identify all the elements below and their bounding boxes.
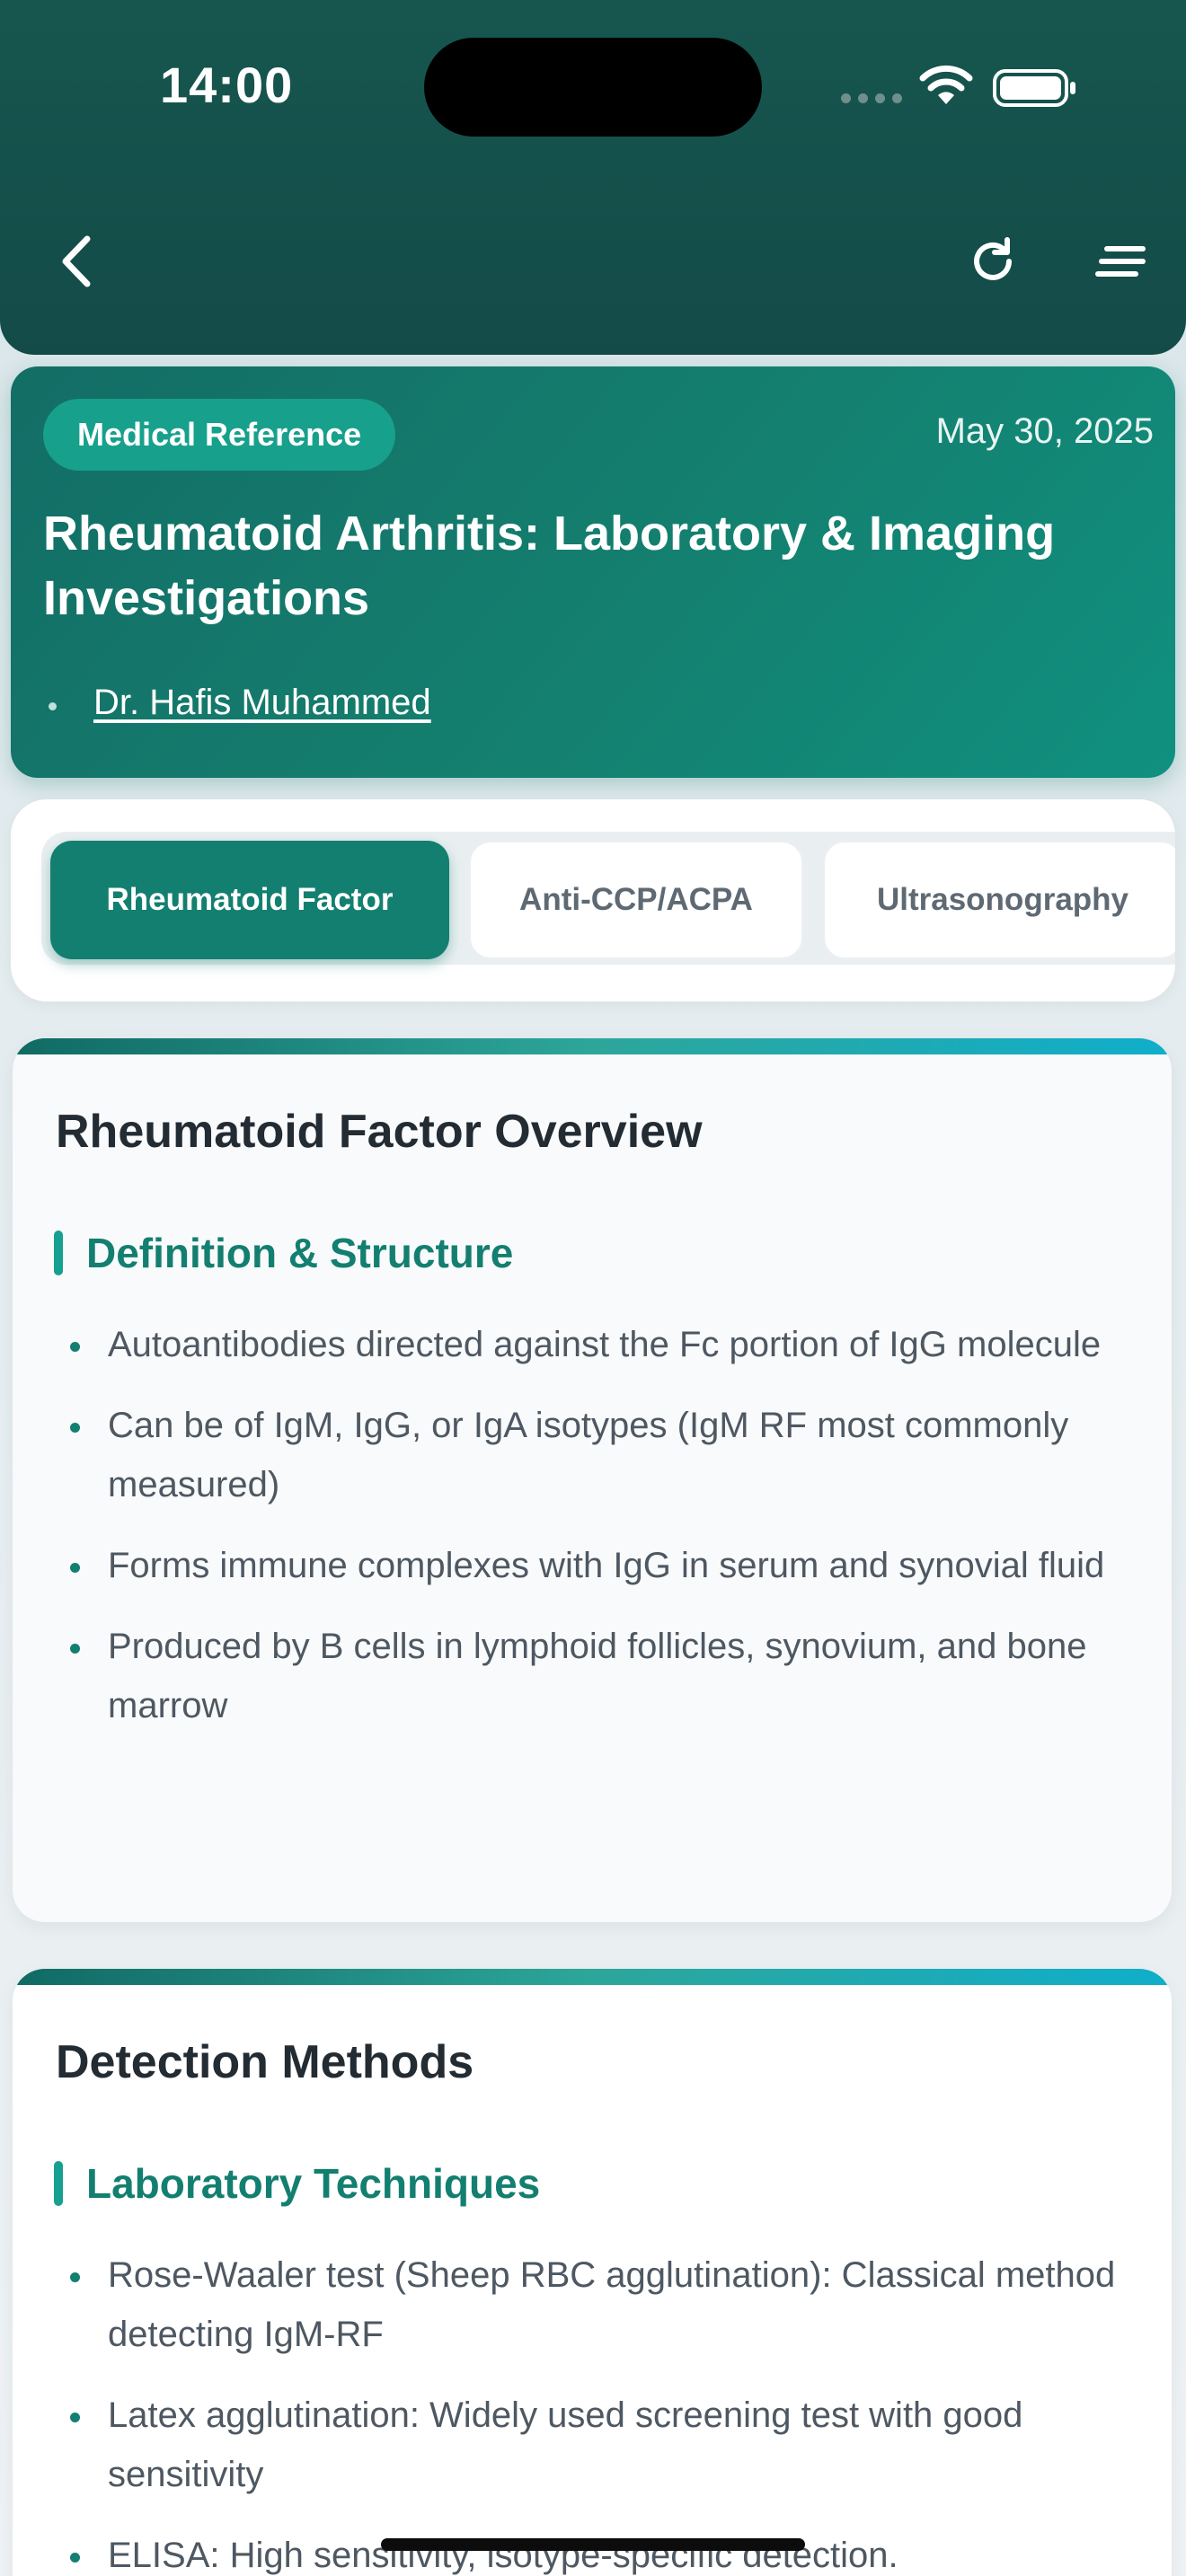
list-item: Forms immune complexes with IgG in serum… (56, 1536, 1134, 1595)
bullet-list: Rose-Waaler test (Sheep RBC agglutinatio… (56, 2245, 1134, 2576)
back-button[interactable] (36, 221, 117, 302)
dynamic-island (424, 38, 762, 137)
subheading-text: Definition & Structure (86, 1230, 514, 1276)
section-subheading: Definition & Structure (54, 1229, 513, 1277)
refresh-icon (974, 237, 1012, 280)
section-card-detection-methods: Detection Methods Laboratory Techniques … (13, 1969, 1172, 2576)
article-title: Rheumatoid Arthritis: Laboratory & Imagi… (43, 507, 1056, 625)
author-link[interactable]: Dr. Hafis Muhammed (93, 683, 431, 723)
cellular-signal-icon (841, 93, 902, 103)
menu-lines-icon (1095, 246, 1146, 277)
subheading-text: Laboratory Techniques (86, 2160, 541, 2207)
section-subheading: Laboratory Techniques (54, 2159, 540, 2208)
list-item: ELISA: High sensitivity, isotype-specifi… (56, 2526, 1134, 2576)
section-title: Detection Methods (56, 2036, 474, 2088)
app-header: 14:00 (0, 0, 1186, 355)
chevron-left-icon (62, 235, 91, 287)
battery-icon (993, 69, 1075, 107)
category-badge: Medical Reference (43, 399, 396, 471)
list-item: Can be of IgM, IgG, or IgA isotypes (IgM… (56, 1396, 1134, 1514)
section-title: Rheumatoid Factor Overview (56, 1106, 703, 1158)
list-item: Autoantibodies directed against the Fc p… (56, 1315, 1134, 1374)
tab-anti-ccp-acpa[interactable]: Anti-CCP/ACPA (469, 841, 803, 959)
author-bullet (49, 702, 57, 710)
tab-rheumatoid-factor[interactable]: Rheumatoid Factor (50, 841, 449, 959)
app-screen: 14:00 Medical Reference May 30, 2025 Rhe… (0, 0, 1186, 2576)
card-accent-bar (13, 1038, 1172, 1054)
wifi-icon (919, 65, 973, 104)
list-item: Latex agglutination: Widely used screeni… (56, 2386, 1134, 2504)
refresh-button[interactable] (952, 221, 1033, 302)
bullet-list: Autoantibodies directed against the Fc p… (56, 1315, 1134, 1757)
list-item: Produced by B cells in lymphoid follicle… (56, 1617, 1134, 1735)
list-item: Rose-Waaler test (Sheep RBC agglutinatio… (56, 2245, 1134, 2364)
menu-button[interactable] (1080, 221, 1161, 302)
subheading-marker (54, 2161, 63, 2206)
home-indicator[interactable] (381, 2538, 805, 2551)
status-time: 14:00 (160, 57, 294, 113)
card-accent-bar (13, 1969, 1172, 1985)
tab-ultrasonography[interactable]: Ultrasonography (823, 841, 1175, 959)
publish-date: May 30, 2025 (935, 411, 1154, 451)
section-card-rf-overview: Rheumatoid Factor Overview Definition & … (13, 1038, 1172, 1922)
subheading-marker (54, 1231, 63, 1275)
topic-tabs-panel: Rheumatoid Factor Anti-CCP/ACPA Ultrason… (11, 799, 1175, 1001)
article-hero-card: Medical Reference May 30, 2025 Rheumatoi… (11, 366, 1175, 778)
